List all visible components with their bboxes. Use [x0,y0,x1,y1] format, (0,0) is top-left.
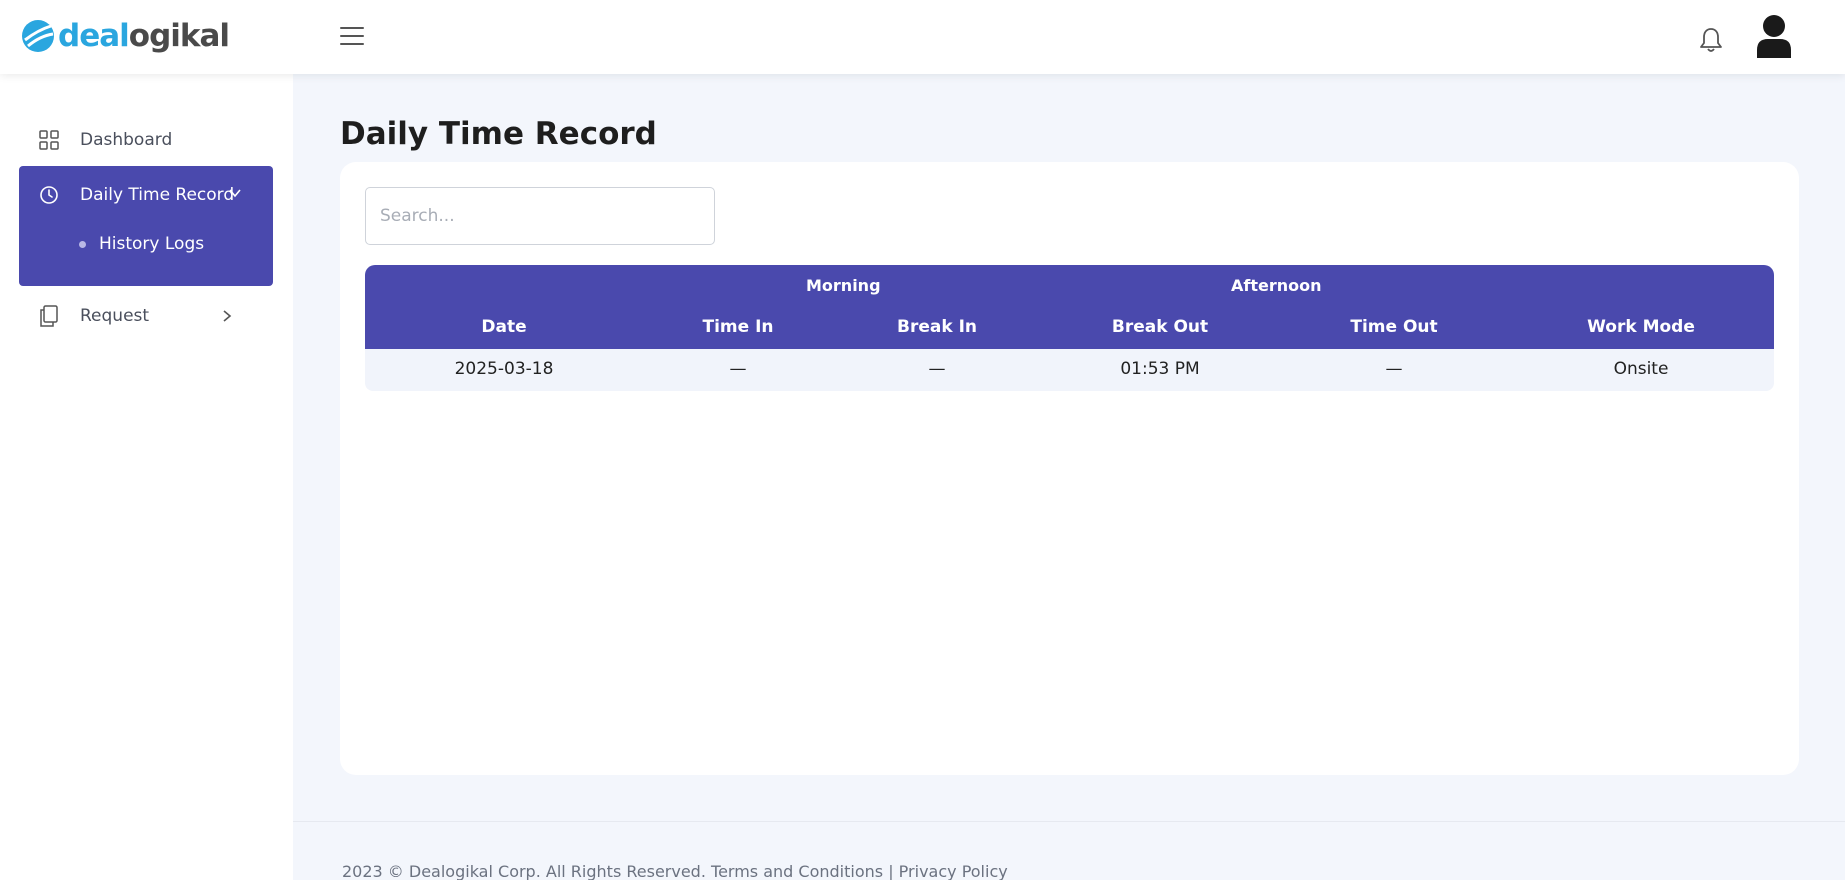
cell-date: 2025-03-18 [454,359,554,379]
cell-work-mode: Onsite [1613,359,1669,379]
cell-time-in: — [729,359,747,379]
sidebar-subitem-label: History Logs [99,234,205,254]
column-header-row: Date Time In Break In Break Out Time Out… [365,317,1774,343]
sidebar-item-daily-time-record: Daily Time Record History Logs [19,166,273,286]
logo-text-part1: deal [58,17,130,54]
top-bar: dealogikal [0,0,1845,74]
footer-separator: | [888,862,894,880]
sidebar: Dashboard Daily Time Record History Logs [0,74,293,880]
sidebar-item-label: Daily Time Record [80,185,235,205]
logo-mark-icon [22,20,54,52]
user-avatar-icon[interactable] [1756,14,1792,58]
terms-link[interactable]: Terms and Conditions [711,862,883,880]
sidebar-item-dashboard[interactable]: Dashboard [19,119,273,161]
search-input[interactable] [365,187,715,245]
bullet-dot-icon [79,240,86,248]
sidebar-subitem-history-logs[interactable]: History Logs [79,234,204,254]
grid-icon [38,129,60,151]
sidebar-item-request[interactable]: Request [19,295,273,337]
document-copy-icon [38,305,60,327]
clock-icon [38,184,60,206]
column-header-date[interactable]: Date [481,317,526,337]
bell-icon[interactable] [1698,26,1724,54]
hamburger-line [340,43,364,45]
cell-break-out: 01:53 PM [1120,359,1200,379]
group-header-morning: Morning [806,276,881,295]
logo[interactable]: dealogikal [20,16,230,56]
column-header-time-out[interactable]: Time Out [1350,317,1437,337]
column-header-break-in[interactable]: Break In [897,317,977,337]
page-title: Daily Time Record [340,116,657,152]
cell-break-in: — [928,359,946,379]
sidebar-item-label: Dashboard [80,130,173,150]
hamburger-line [340,27,364,29]
logo-text-part2: ogikal [128,17,230,54]
hamburger-line [340,35,364,37]
sidebar-item-label: Request [80,306,150,326]
column-header-break-out[interactable]: Break Out [1112,317,1208,337]
footer-divider [293,821,1845,822]
logo-text: dealogikal [58,17,230,54]
footer-copyright: 2023 © Dealogikal Corp. All Rights Reser… [342,862,706,880]
cell-time-out: — [1385,359,1403,379]
footer: 2023 © Dealogikal Corp. All Rights Reser… [342,862,1008,880]
time-record-table: Morning Afternoon Date Time In Break In … [365,265,1774,391]
chevron-down-icon[interactable] [228,186,242,200]
hamburger-icon[interactable] [340,27,364,47]
table-row[interactable]: 2025-03-18 — — 01:53 PM — Onsite [365,349,1774,391]
privacy-link[interactable]: Privacy Policy [899,862,1008,880]
chevron-right-icon [223,310,232,322]
column-header-work-mode[interactable]: Work Mode [1587,317,1695,337]
column-header-time-in[interactable]: Time In [702,317,773,337]
group-header-afternoon: Afternoon [1231,276,1322,295]
content-card: Morning Afternoon Date Time In Break In … [340,162,1799,775]
table-header: Morning Afternoon Date Time In Break In … [365,265,1774,349]
